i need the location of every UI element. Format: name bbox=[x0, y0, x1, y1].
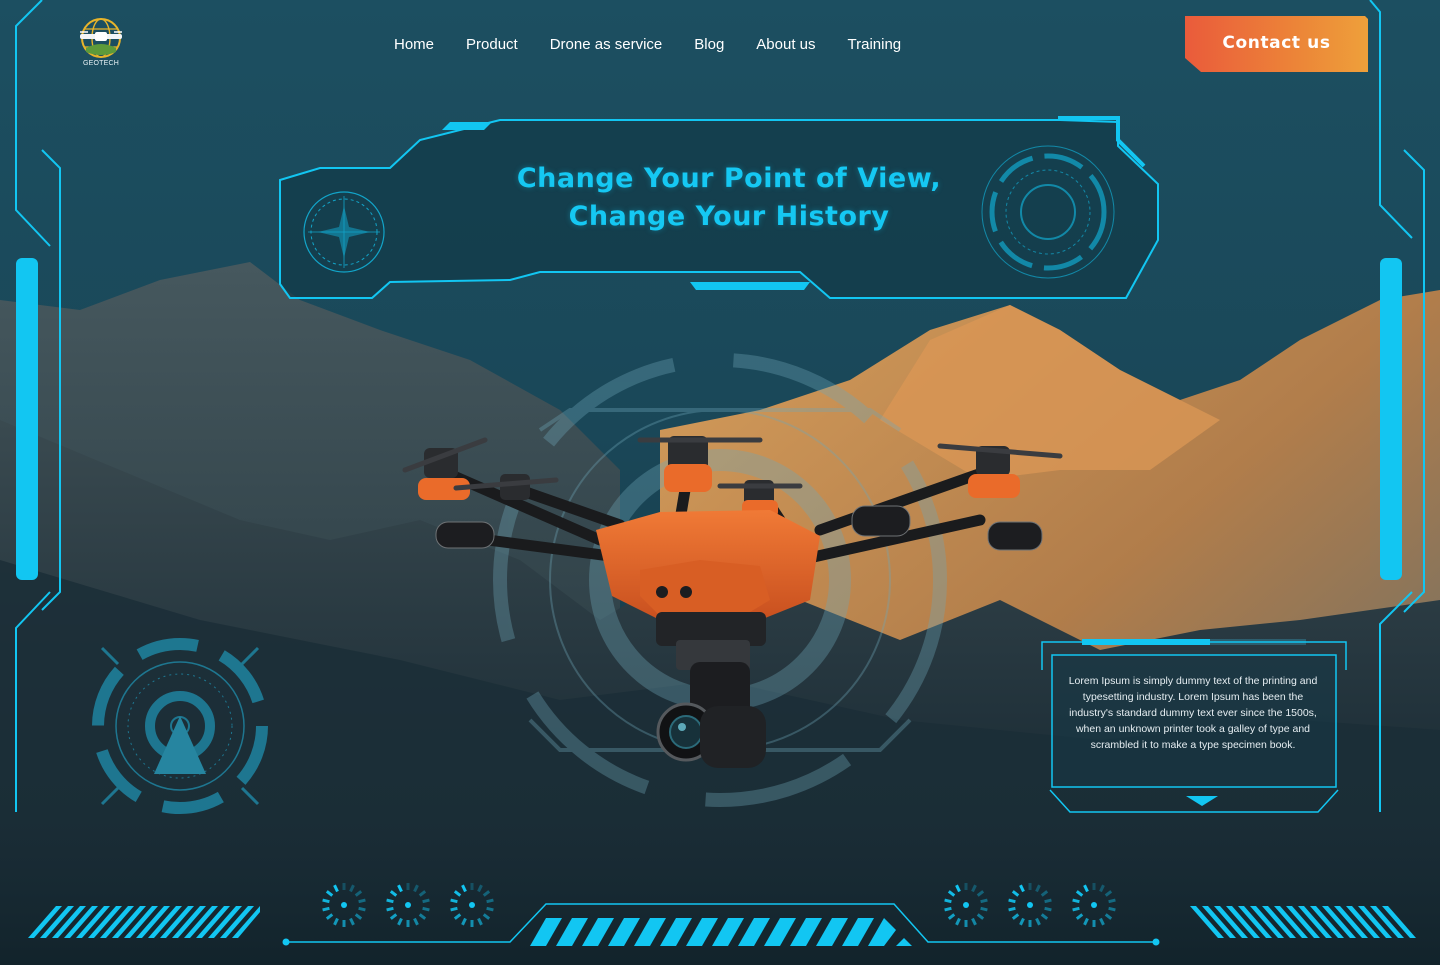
nav-about-us[interactable]: About us bbox=[740, 34, 831, 56]
compass-icon bbox=[303, 191, 385, 273]
brand-name: GEOTECH bbox=[82, 60, 119, 67]
page: GEOTECH Home Product Drone as service Bl… bbox=[0, 0, 1440, 965]
main-nav: Home Product Drone as service Blog About… bbox=[378, 34, 917, 56]
contact-us-label: Contact us bbox=[1222, 33, 1331, 53]
nav-blog[interactable]: Blog bbox=[678, 34, 740, 56]
nav-drone-as-service[interactable]: Drone as service bbox=[534, 34, 679, 56]
globe-logo-icon bbox=[80, 18, 122, 58]
hero-title-line-1: Change Your Point of View, bbox=[516, 163, 942, 194]
left-side-bar bbox=[16, 258, 38, 580]
nav-home[interactable]: Home bbox=[378, 34, 450, 56]
right-side-bar bbox=[1380, 258, 1402, 580]
nav-training[interactable]: Training bbox=[832, 34, 918, 56]
contact-us-button[interactable]: Contact us bbox=[1185, 16, 1368, 72]
info-panel-text: Lorem Ipsum is simply dummy text of the … bbox=[1068, 675, 1318, 751]
hero-title: Change Your Point of View, Change Your H… bbox=[430, 160, 1028, 236]
nav-product[interactable]: Product bbox=[450, 34, 534, 56]
brand-logo[interactable]: GEOTECH bbox=[72, 16, 130, 72]
hero-title-line-2: Change Your History bbox=[568, 201, 890, 232]
hero-background bbox=[0, 0, 1440, 965]
